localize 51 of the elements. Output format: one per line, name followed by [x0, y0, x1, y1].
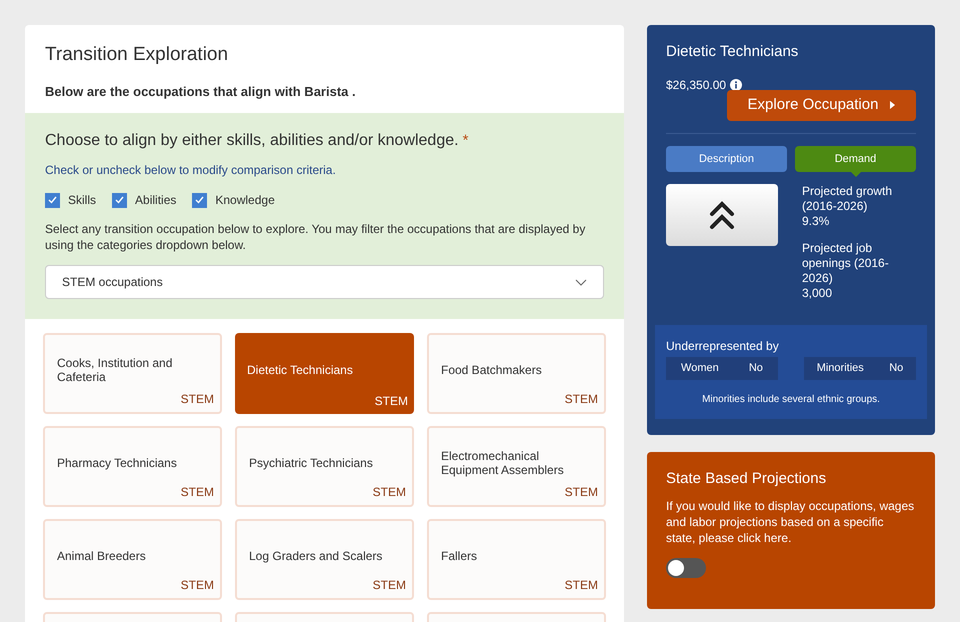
page-title: Transition Exploration	[45, 43, 230, 67]
stat-value: 3,000	[802, 286, 834, 301]
detail-tab[interactable]: Description	[666, 146, 787, 172]
category-tag: STEM	[180, 576, 214, 594]
group-value: No	[748, 361, 763, 376]
occupation-card[interactable]: Dietetic Technicians STEM	[235, 333, 414, 414]
state-projections-text: If you would like to display occupations, wages and labor projections based on a specific state, please click here.	[666, 498, 916, 546]
double-chevron-up-icon	[709, 200, 735, 230]
occupation-card[interactable]: Animal Breeders STEM	[43, 519, 222, 600]
instructions: Select any transition occupation below to explore. You may filter the occupations that are displayed by using the categories dropdown below.	[45, 221, 586, 253]
category-tag: STEM	[374, 392, 408, 410]
stat-label: Projected job openings (2016-2026)	[802, 240, 890, 286]
occupation-card[interactable]: Electromechanical Equipment Assemblers STEM	[427, 426, 606, 507]
group-label: Minorities	[816, 361, 864, 376]
tab-pointer-icon	[850, 172, 860, 177]
underrepresented-heading: Underrepresented by	[666, 338, 780, 355]
state-projections-title: State Based Projections	[666, 468, 828, 489]
info-icon	[730, 78, 742, 90]
stat-value: 9.3%	[802, 214, 830, 229]
category-tag: STEM	[564, 390, 598, 408]
occupation-card[interactable]: Log Graders and Scalers STEM	[235, 519, 414, 600]
required-mark: *	[462, 131, 468, 151]
wage: $26,350.00	[666, 76, 726, 94]
detail-tab[interactable]: Demand	[795, 146, 916, 172]
chevron-down-icon	[575, 278, 587, 286]
category-tag: STEM	[564, 483, 598, 501]
explore-occupation-button[interactable]: Explore Occupation	[727, 90, 916, 120]
minorities-note: Minorities include several ethnic groups.	[701, 392, 881, 407]
caret-right-icon	[890, 101, 896, 109]
subtitle: Below are the occupations that align with Barista .	[45, 82, 357, 101]
category-tag: STEM	[180, 483, 214, 501]
group-value: No	[889, 361, 904, 376]
category-tag: STEM	[180, 390, 214, 408]
occupation-card[interactable]: Food Batchmakers STEM	[427, 333, 606, 414]
criteria-checkbox[interactable]: Skills	[45, 191, 96, 209]
criteria-checkbox[interactable]: Abilities	[112, 191, 176, 209]
group-label: Women	[681, 361, 719, 376]
category-tag: STEM	[372, 483, 406, 501]
criteria-checkbox[interactable]: Knowledge	[192, 191, 275, 209]
category-tag: STEM	[564, 576, 598, 594]
occupation-card[interactable]: Psychiatric Technicians STEM	[235, 426, 414, 507]
stat-label: Projected growth (2016-2026)	[802, 184, 894, 214]
state-toggle[interactable]	[666, 558, 706, 578]
category-dropdown[interactable]: STEM occupations	[45, 265, 604, 299]
occupation-card[interactable]: Fallers STEM	[427, 519, 606, 600]
category-tag: STEM	[372, 576, 406, 594]
occupation-card[interactable]: Cooks, Institution and Cafeteria STEM	[43, 333, 222, 414]
align-heading: Choose to align by either skills, abilities and/or knowledge.	[45, 131, 459, 151]
occupation-title: Dietetic Technicians	[666, 42, 800, 62]
occupation-card[interactable]: Pharmacy Technicians STEM	[43, 426, 222, 507]
criteria-hint: Check or uncheck below to modify comparison criteria.	[45, 162, 337, 179]
